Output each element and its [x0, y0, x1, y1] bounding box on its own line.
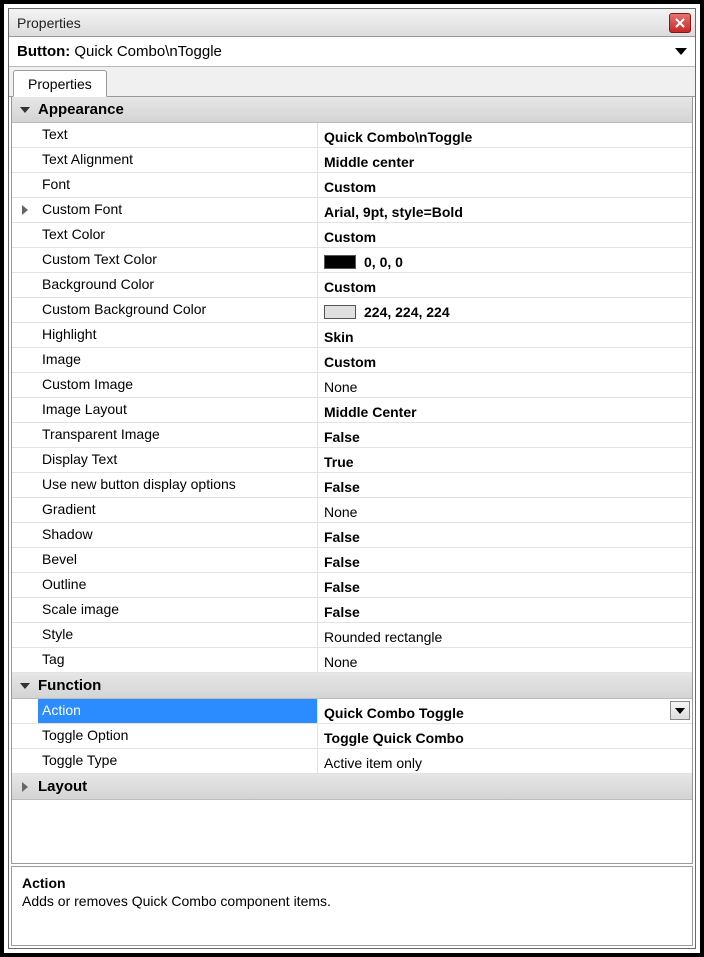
prop-action[interactable]: ActionQuick Combo Toggle [12, 699, 692, 724]
prop-scale-image[interactable]: Scale imageFalse [12, 598, 692, 623]
prop-transparent-image[interactable]: Transparent ImageFalse [12, 423, 692, 448]
prop-use-new-button-display[interactable]: Use new button display optionsFalse [12, 473, 692, 498]
prop-text[interactable]: TextQuick Combo\nToggle [12, 123, 692, 148]
description-title: Action [22, 875, 682, 891]
color-swatch-icon [324, 255, 356, 269]
prop-text-alignment[interactable]: Text AlignmentMiddle center [12, 148, 692, 173]
titlebar[interactable]: Properties [9, 9, 695, 37]
prop-bevel[interactable]: BevelFalse [12, 548, 692, 573]
category-label: Layout [38, 778, 87, 795]
prop-custom-background-color[interactable]: Custom Background Color224, 224, 224 [12, 298, 692, 323]
close-icon [675, 18, 685, 28]
prop-image-layout[interactable]: Image LayoutMiddle Center [12, 398, 692, 423]
prop-display-text[interactable]: Display TextTrue [12, 448, 692, 473]
object-dropdown-icon[interactable] [675, 48, 687, 55]
description-panel: Action Adds or removes Quick Combo compo… [11, 866, 693, 946]
prop-background-color[interactable]: Background ColorCustom [12, 273, 692, 298]
prop-gradient[interactable]: GradientNone [12, 498, 692, 523]
property-grid[interactable]: Appearance TextQuick Combo\nToggle Text … [11, 96, 693, 864]
category-label: Appearance [38, 101, 124, 118]
category-label: Function [38, 677, 101, 694]
description-body: Adds or removes Quick Combo component it… [22, 893, 682, 909]
close-button[interactable] [669, 13, 691, 33]
prop-toggle-option[interactable]: Toggle OptionToggle Quick Combo [12, 724, 692, 749]
prop-outline[interactable]: OutlineFalse [12, 573, 692, 598]
prop-shadow[interactable]: ShadowFalse [12, 523, 692, 548]
dropdown-button[interactable] [670, 701, 690, 720]
expander-icon[interactable] [18, 683, 32, 689]
properties-window: Properties Button: Quick Combo\nToggle P… [8, 8, 696, 949]
tab-properties[interactable]: Properties [13, 70, 107, 97]
prop-highlight[interactable]: HighlightSkin [12, 323, 692, 348]
prop-toggle-type[interactable]: Toggle TypeActive item only [12, 749, 692, 774]
object-header-value: Quick Combo\nToggle [74, 43, 675, 60]
prop-custom-image[interactable]: Custom ImageNone [12, 373, 692, 398]
prop-custom-text-color[interactable]: Custom Text Color0, 0, 0 [12, 248, 692, 273]
tabstrip: Properties [9, 67, 695, 97]
category-layout[interactable]: Layout [12, 774, 692, 800]
prop-custom-font[interactable]: Custom FontArial, 9pt, style=Bold [12, 198, 692, 223]
prop-font[interactable]: FontCustom [12, 173, 692, 198]
prop-image[interactable]: ImageCustom [12, 348, 692, 373]
chevron-down-icon [675, 708, 685, 714]
prop-text-color[interactable]: Text ColorCustom [12, 223, 692, 248]
expander-icon[interactable] [18, 107, 32, 113]
category-function[interactable]: Function [12, 673, 692, 699]
color-swatch-icon [324, 305, 356, 319]
prop-tag[interactable]: TagNone [12, 648, 692, 673]
window-title: Properties [17, 15, 669, 31]
expander-icon[interactable] [18, 205, 32, 215]
object-header[interactable]: Button: Quick Combo\nToggle [9, 37, 695, 67]
category-appearance[interactable]: Appearance [12, 97, 692, 123]
expander-icon[interactable] [18, 782, 32, 792]
prop-style[interactable]: StyleRounded rectangle [12, 623, 692, 648]
object-header-label: Button: [17, 43, 70, 60]
